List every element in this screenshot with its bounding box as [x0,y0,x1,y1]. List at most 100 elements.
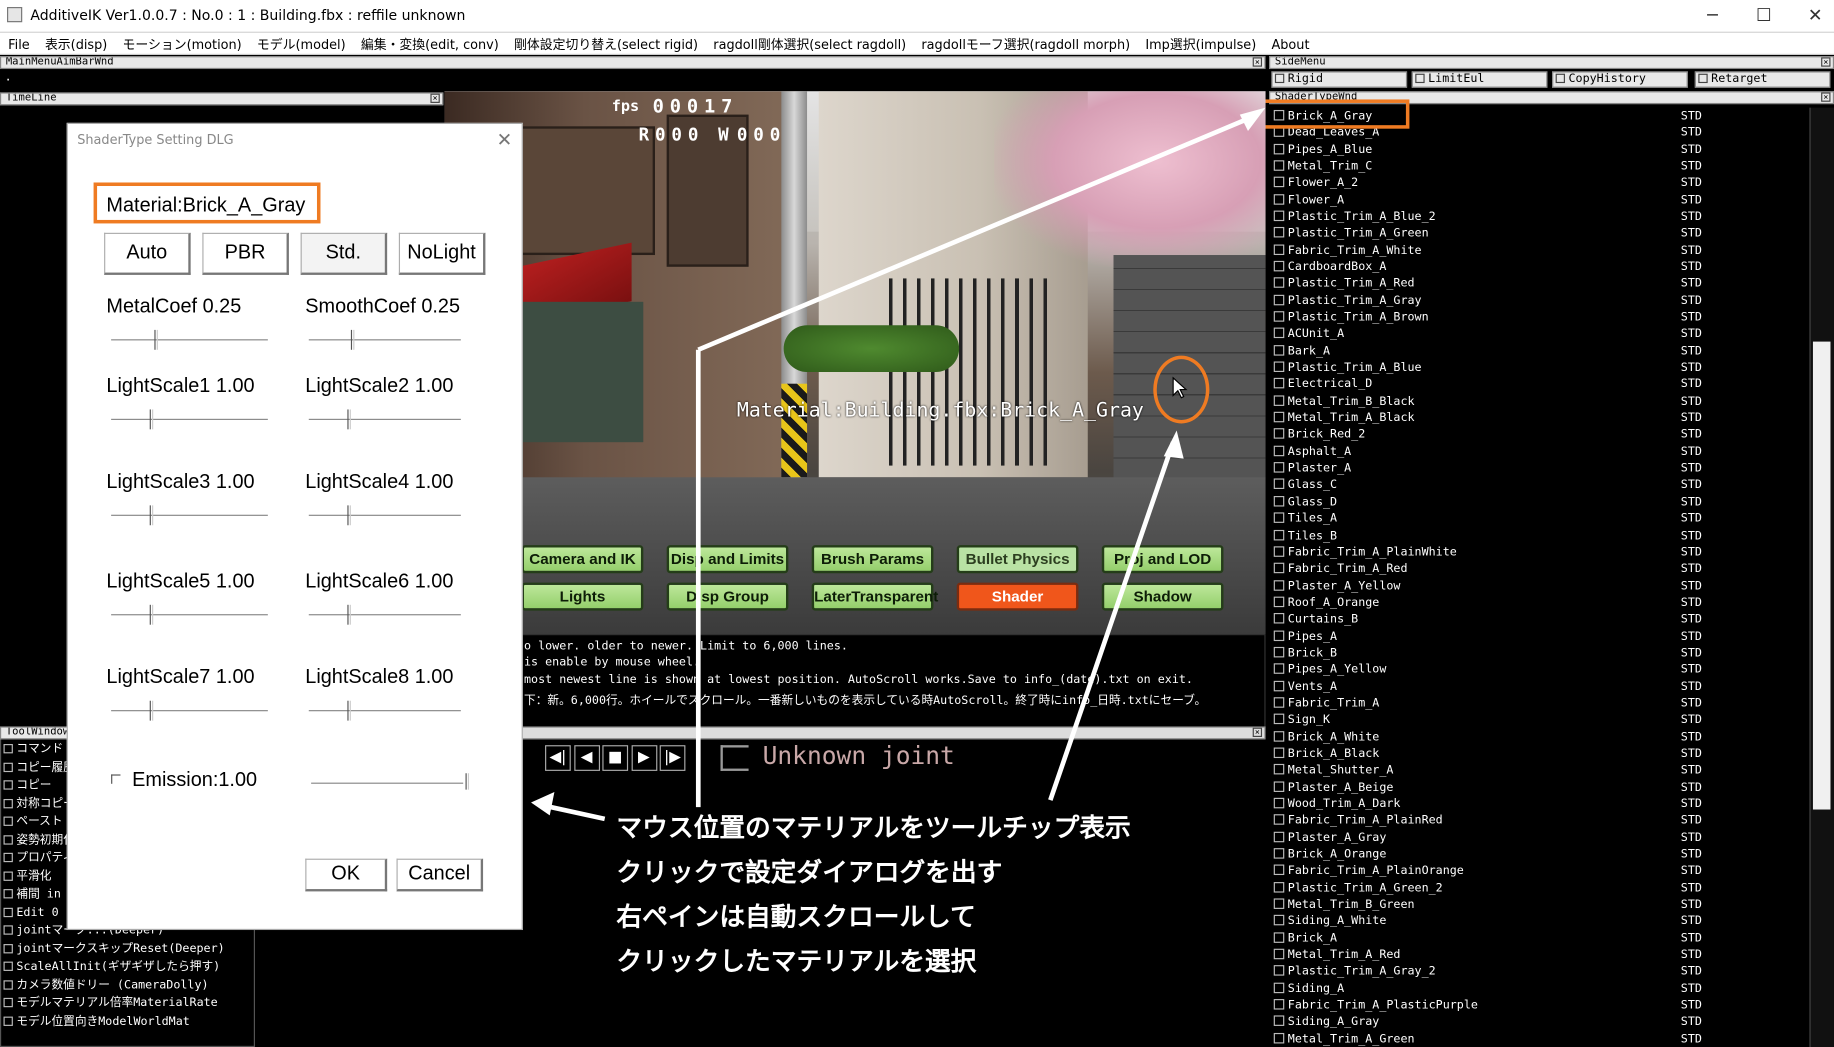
render-button-lights[interactable]: Lights [521,582,644,611]
material-row[interactable]: CardboardBox_A STD [1269,260,1802,276]
material-checkbox[interactable] [1273,965,1285,977]
cancel-button[interactable]: Cancel [396,858,484,892]
material-row[interactable]: Plaster_A_Gray STD [1269,830,1802,846]
close-icon[interactable]: × [1821,57,1831,67]
material-row[interactable]: Curtains_B STD [1269,612,1802,628]
material-checkbox[interactable] [1273,361,1285,373]
tool-checkbox[interactable] [3,961,13,971]
render-button-shader[interactable]: Shader [956,582,1079,611]
tool-item[interactable]: モデルマテリアル倍率MaterialRate [3,996,218,1012]
material-checkbox[interactable] [1273,378,1285,389]
close-icon[interactable]: × [1821,92,1831,102]
tool-checkbox[interactable] [3,816,13,826]
dialog-close-button[interactable]: ✕ [497,129,513,151]
tool-checkbox[interactable] [3,1015,13,1026]
material-row[interactable]: Brick_A_White STD [1269,729,1802,745]
material-checkbox[interactable] [1273,260,1285,272]
material-row[interactable]: Metal_Trim_B_Black STD [1269,394,1802,410]
tab-checkbox[interactable] [1698,73,1708,84]
shader-mode-button-std[interactable]: Std. [300,232,388,275]
material-row[interactable]: Electrical_D STD [1269,377,1802,393]
material-checkbox[interactable] [1273,193,1285,205]
material-row[interactable]: Metal_Trim_A_Green STD [1269,1031,1802,1047]
material-checkbox[interactable] [1273,160,1285,171]
material-row[interactable]: Metal_Trim_A_Black STD [1269,411,1802,427]
tool-item[interactable]: jointマークスキップReset(Deeper) [3,941,225,957]
material-row[interactable]: Brick_Red_2 STD [1269,428,1802,444]
material-checkbox[interactable] [1273,445,1285,456]
scrollbar-thumb[interactable] [1812,341,1831,810]
material-checkbox[interactable] [1273,697,1285,708]
material-checkbox[interactable] [1273,395,1285,406]
material-checkbox[interactable] [1273,948,1285,960]
slider-thumb[interactable] [150,700,154,721]
material-row[interactable]: Fabric_Trim_A STD [1269,696,1802,712]
slider-thumb[interactable] [153,329,158,350]
material-checkbox[interactable] [1273,495,1285,507]
render-button-camera-and-ik[interactable]: Camera and IK [521,545,644,574]
tool-item[interactable]: ペースト [3,814,63,830]
material-row[interactable]: Asphalt_A STD [1269,444,1802,460]
material-row[interactable]: Roof_A_Orange STD [1269,595,1802,611]
render-button-brush-params[interactable]: Brush Params [811,545,934,574]
3d-viewport[interactable]: fps 00017 R 000 W 000 Material:Building.… [444,91,1266,635]
menu-item[interactable]: 編集・変換(edit, conv) [353,33,506,54]
material-row[interactable]: Metal_Trim_C STD [1269,159,1802,175]
tool-checkbox[interactable] [3,889,13,899]
shader-mode-button-auto[interactable]: Auto [104,232,191,275]
side-tab-rigid[interactable]: Rigid [1271,71,1408,88]
material-checkbox[interactable] [1273,277,1285,289]
material-checkbox[interactable] [1273,177,1285,188]
material-checkbox[interactable] [1273,244,1285,255]
material-row[interactable]: Brick_A STD [1269,931,1802,947]
slider-track[interactable] [308,418,461,420]
slider-track[interactable] [308,514,461,516]
material-checkbox[interactable] [1273,294,1285,306]
material-checkbox[interactable] [1273,881,1285,893]
material-row[interactable]: Plastic_Trim_A_Red STD [1269,277,1802,293]
material-row[interactable]: Plastic_Trim_A_Blue_2 STD [1269,209,1802,225]
material-checkbox[interactable] [1273,143,1285,155]
material-row[interactable]: Plastic_Trim_A_Brown STD [1269,310,1802,326]
material-checkbox[interactable] [1273,747,1285,758]
material-row[interactable]: Bark_A STD [1269,344,1802,360]
playback-button[interactable]: ◀| [545,745,571,771]
tool-checkbox[interactable] [3,852,13,863]
material-checkbox[interactable] [1273,613,1285,624]
material-row[interactable]: Glass_C STD [1269,478,1802,494]
material-checkbox[interactable] [1273,713,1285,725]
material-row[interactable]: Plastic_Trim_A_Blue STD [1269,360,1802,376]
tool-checkbox[interactable] [3,943,13,953]
tool-checkbox[interactable] [3,925,13,935]
material-checkbox[interactable] [1273,428,1285,440]
material-checkbox[interactable] [1273,848,1285,859]
close-icon[interactable]: × [1252,57,1263,67]
tool-checkbox[interactable] [3,762,13,772]
material-row[interactable]: Fabric_Trim_A_PlainWhite STD [1269,545,1802,561]
material-row[interactable]: Tiles_A STD [1269,511,1802,527]
material-row[interactable]: Siding_A_White STD [1269,914,1802,930]
material-checkbox[interactable] [1273,831,1285,842]
material-list[interactable]: Brick_A_Gray STD Dead_Leaves_A STD Pipes_A_B… [1269,108,1808,1047]
close-icon[interactable]: × [430,93,440,103]
playback-button[interactable]: ▶ [631,745,657,771]
material-checkbox[interactable] [1273,227,1285,238]
close-button[interactable]: ✕ [1797,5,1834,28]
material-checkbox[interactable] [1273,512,1285,524]
side-tab-copyhistory[interactable]: CopyHistory [1552,71,1688,88]
material-row[interactable]: Fabric_Trim_A_White STD [1269,243,1802,259]
material-row[interactable]: Plastic_Trim_A_Gray_2 STD [1269,964,1802,980]
slider-thumb[interactable] [150,604,154,625]
slider-thumb[interactable] [347,505,351,526]
maximize-button[interactable]: ☐ [1745,5,1782,28]
material-row[interactable]: Brick_A_Black STD [1269,746,1802,762]
tool-checkbox[interactable] [3,780,13,790]
slider-track[interactable] [308,710,461,712]
render-button-disp-and-limits[interactable]: Disp and Limits [666,545,789,574]
tool-checkbox[interactable] [3,834,13,845]
render-button-disp-group[interactable]: Disp Group [666,582,789,611]
close-icon[interactable]: × [1252,727,1263,737]
material-checkbox[interactable] [1273,864,1285,876]
material-row[interactable]: Sign_K STD [1269,713,1802,729]
side-tab-limiteul[interactable]: LimitEul [1411,71,1548,88]
